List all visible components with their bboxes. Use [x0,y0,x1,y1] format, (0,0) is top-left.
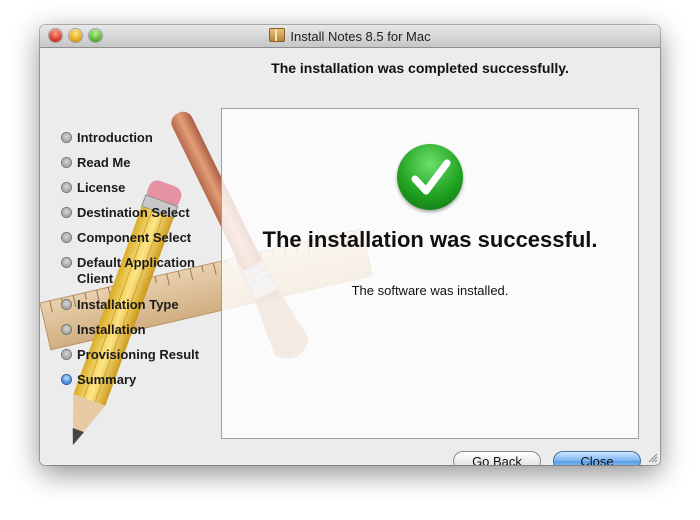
step-label: Summary [77,372,137,387]
page-heading: The installation was completed successfu… [271,60,569,76]
step-installation: Installation [62,322,217,347]
checkmark-icon [397,144,463,210]
step-default-application-client: Default Application Client [62,255,217,297]
window-title-text: Install Notes 8.5 for Mac [290,29,431,44]
step-bullet-icon [62,325,71,334]
summary-panel: The installation was successful. The sof… [221,108,639,439]
step-bullet-icon [62,350,71,359]
step-read-me: Read Me [62,155,217,180]
step-bullet-icon [62,233,71,242]
step-label: Provisioning Result [77,347,200,362]
step-label: Installation Type [77,297,179,312]
window-content: The installation was completed successfu… [40,48,660,465]
step-introduction: Introduction [62,130,217,155]
close-button[interactable]: Close [553,451,641,465]
active-step-bullet-icon [62,375,71,384]
window-title: Install Notes 8.5 for Mac [40,28,660,44]
installer-window: Install Notes 8.5 for Mac The installati… [40,25,660,465]
resize-grip-icon[interactable] [647,452,658,463]
step-bullet-icon [62,133,71,142]
step-component-select: Component Select [62,230,217,255]
step-bullet-icon [62,258,71,267]
step-label: Component Select [77,230,192,245]
step-license: License [62,180,217,205]
step-bullet-icon [62,208,71,217]
step-label: Default Application Client [77,255,195,286]
step-label: Read Me [77,155,131,170]
step-provisioning-result: Provisioning Result [62,347,217,372]
step-bullet-icon [62,183,71,192]
step-bullet-icon [62,300,71,309]
go-back-button[interactable]: Go Back [453,451,541,465]
package-icon [269,28,286,42]
title-bar[interactable]: Install Notes 8.5 for Mac [40,25,660,48]
step-label: Destination Select [77,205,190,220]
step-bullet-icon [62,158,71,167]
success-message: The software was installed. [351,283,509,298]
step-label: License [77,180,126,195]
step-destination-select: Destination Select [62,205,217,230]
step-installation-type: Installation Type [62,297,217,322]
success-title: The installation was successful. [262,227,598,252]
installer-steps: Introduction Read Me License Destination… [62,130,217,397]
step-label: Installation [77,322,146,337]
step-label: Introduction [77,130,153,145]
step-summary: Summary [62,372,217,397]
